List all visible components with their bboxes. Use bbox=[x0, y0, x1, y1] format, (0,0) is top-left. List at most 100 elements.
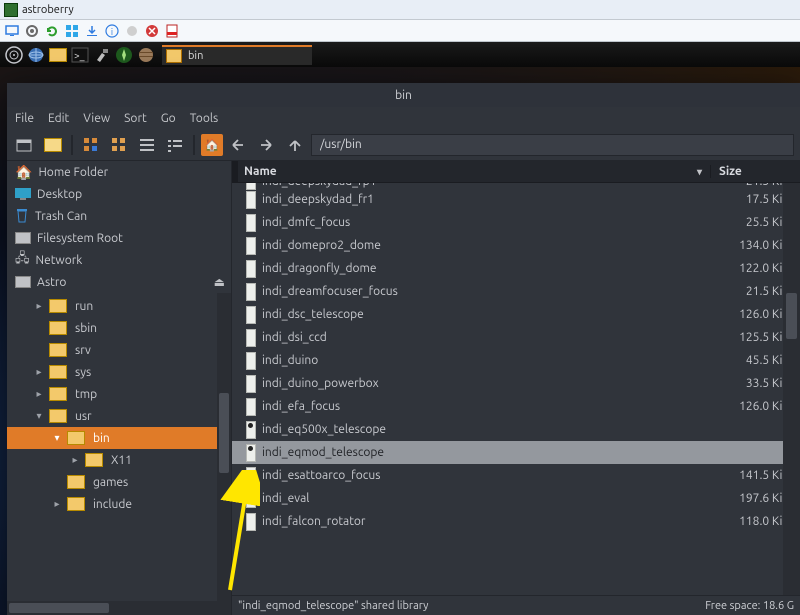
statusbar: "indi_eqmod_telescope" shared library Fr… bbox=[232, 595, 800, 615]
sidebar-item-network[interactable]: 🖧Network bbox=[7, 249, 231, 271]
back-button[interactable] bbox=[227, 133, 251, 157]
file-scrollbar[interactable] bbox=[783, 183, 800, 595]
file-row[interactable]: indi_domepro2_dome134.0 KiB bbox=[232, 234, 800, 257]
sidebar-item-root[interactable]: Filesystem Root bbox=[7, 227, 231, 249]
tree-label: sbin bbox=[75, 322, 97, 335]
tree-item-games[interactable]: games bbox=[7, 471, 231, 493]
expander-icon[interactable]: ▸ bbox=[51, 498, 63, 510]
menu-edit[interactable]: Edit bbox=[48, 112, 69, 125]
file-icon bbox=[246, 467, 256, 485]
file-row[interactable]: indi_eqmod_telescope bbox=[232, 441, 800, 464]
host-toolbar: i bbox=[0, 20, 800, 42]
tree-item-srv[interactable]: srv bbox=[7, 339, 231, 361]
view-compact-button[interactable] bbox=[135, 133, 159, 157]
window-titlebar[interactable]: bin bbox=[7, 83, 800, 107]
file-row[interactable]: indi_dsc_telescope126.0 KiB bbox=[232, 303, 800, 326]
file-row[interactable]: indi_dreamfocuser_focus21.5 KiB bbox=[232, 280, 800, 303]
windows-icon[interactable] bbox=[64, 23, 80, 39]
menu-icon[interactable] bbox=[4, 45, 24, 65]
expander-icon[interactable]: ▸ bbox=[33, 300, 45, 312]
eject-icon[interactable]: ⏏ bbox=[214, 275, 225, 289]
view-thumbs-button[interactable] bbox=[107, 133, 131, 157]
download-icon[interactable] bbox=[84, 23, 100, 39]
file-name: indi_dsi_ccd bbox=[256, 331, 710, 344]
tree-item-usr[interactable]: ▾ usr bbox=[7, 405, 231, 427]
file-list[interactable]: indi_deepskydad_fp121.5 KiBindi_deepskyd… bbox=[232, 183, 800, 595]
file-name: indi_dragonfly_dome bbox=[256, 262, 710, 275]
pdf-icon[interactable] bbox=[164, 23, 180, 39]
tree-label: usr bbox=[75, 410, 92, 423]
tree-label: bin bbox=[93, 432, 110, 445]
drive-icon bbox=[15, 276, 31, 288]
files-icon[interactable] bbox=[48, 45, 68, 65]
up-button[interactable] bbox=[283, 133, 307, 157]
view-list-button[interactable] bbox=[163, 133, 187, 157]
tree-item-tmp[interactable]: ▸tmp bbox=[7, 383, 231, 405]
terminal-icon[interactable]: >_ bbox=[70, 45, 90, 65]
file-row[interactable]: indi_eq500x_telescope bbox=[232, 418, 800, 441]
desktop-panel: >_ bin bbox=[0, 42, 800, 67]
gear-icon[interactable] bbox=[24, 23, 40, 39]
file-row[interactable]: indi_falcon_rotator118.0 KiB bbox=[232, 510, 800, 533]
tree-scrollbar[interactable] bbox=[217, 293, 231, 601]
desktop-icon bbox=[15, 188, 31, 200]
sidebar-label: Network bbox=[36, 254, 83, 267]
file-name: indi_dmfc_focus bbox=[256, 216, 710, 229]
file-row[interactable]: indi_esattoarco_focus141.5 KiB bbox=[232, 464, 800, 487]
expander-icon[interactable]: ▸ bbox=[33, 388, 45, 400]
file-row[interactable]: indi_deepskydad_fr117.5 KiB bbox=[232, 188, 800, 211]
taskbar-task[interactable]: bin bbox=[162, 45, 312, 65]
file-row[interactable]: indi_dsi_ccd125.5 KiB bbox=[232, 326, 800, 349]
tree-item-bin[interactable]: ▾ bin bbox=[7, 427, 231, 449]
sidebar-item-home[interactable]: 🏠Home Folder bbox=[7, 161, 231, 183]
file-icon bbox=[246, 214, 256, 232]
path-input[interactable] bbox=[311, 134, 794, 156]
expander-icon[interactable]: ▸ bbox=[69, 454, 81, 466]
menu-go[interactable]: Go bbox=[161, 112, 176, 125]
column-size[interactable]: Size bbox=[710, 165, 800, 178]
file-name: indi_eval bbox=[256, 492, 710, 505]
file-row[interactable]: indi_dragonfly_dome122.0 KiB bbox=[232, 257, 800, 280]
sidebar-item-desktop[interactable]: Desktop bbox=[7, 183, 231, 205]
expander-icon[interactable]: ▾ bbox=[33, 410, 45, 422]
new-folder-button[interactable] bbox=[41, 133, 65, 157]
tree-item-X11[interactable]: ▸X11 bbox=[7, 449, 231, 471]
host-titlebar: astroberry bbox=[0, 0, 800, 20]
expander-icon[interactable]: ▾ bbox=[51, 432, 63, 444]
file-row[interactable]: indi_duino45.5 KiB bbox=[232, 349, 800, 372]
menu-tools[interactable]: Tools bbox=[190, 112, 219, 125]
tree-item-sys[interactable]: ▸sys bbox=[7, 361, 231, 383]
tree-item-sbin[interactable]: sbin bbox=[7, 317, 231, 339]
menu-file[interactable]: File bbox=[15, 112, 34, 125]
file-row[interactable]: indi_duino_powerbox33.5 KiB bbox=[232, 372, 800, 395]
sidebar-item-trash[interactable]: Trash Can bbox=[7, 205, 231, 227]
column-name[interactable]: Name▾ bbox=[238, 165, 710, 178]
tree-item-include[interactable]: ▸include bbox=[7, 493, 231, 515]
sidebar-hscrollbar[interactable] bbox=[7, 601, 231, 615]
file-row[interactable]: indi_dmfc_focus25.5 KiB bbox=[232, 211, 800, 234]
forward-button[interactable] bbox=[255, 133, 279, 157]
hammer-icon[interactable] bbox=[92, 45, 112, 65]
view-icons-button[interactable] bbox=[79, 133, 103, 157]
dot-icon[interactable] bbox=[124, 23, 140, 39]
menu-view[interactable]: View bbox=[83, 112, 110, 125]
home-button[interactable]: 🏠 bbox=[201, 134, 223, 156]
tree-item-run[interactable]: ▸run bbox=[7, 295, 231, 317]
screen-icon[interactable] bbox=[4, 23, 20, 39]
file-icon bbox=[246, 191, 256, 209]
new-tab-button[interactable] bbox=[13, 133, 37, 157]
web-icon[interactable] bbox=[26, 45, 46, 65]
expander-icon[interactable]: ▸ bbox=[33, 366, 45, 378]
compass-icon[interactable] bbox=[114, 45, 134, 65]
file-row[interactable]: indi_efa_focus126.0 KiB bbox=[232, 395, 800, 418]
sidebar-label: Astro bbox=[37, 276, 66, 289]
sidebar-label: Trash Can bbox=[35, 210, 87, 223]
sidebar-item-astro[interactable]: Astro ⏏ bbox=[7, 271, 231, 293]
planet-icon[interactable] bbox=[136, 45, 156, 65]
refresh-icon[interactable] bbox=[44, 23, 60, 39]
file-row[interactable]: indi_eval197.6 KiB bbox=[232, 487, 800, 510]
menu-sort[interactable]: Sort bbox=[124, 112, 147, 125]
info-icon[interactable]: i bbox=[104, 23, 120, 39]
close-icon[interactable] bbox=[144, 23, 160, 39]
file-row[interactable]: indi_deepskydad_fp121.5 KiB bbox=[232, 183, 800, 188]
